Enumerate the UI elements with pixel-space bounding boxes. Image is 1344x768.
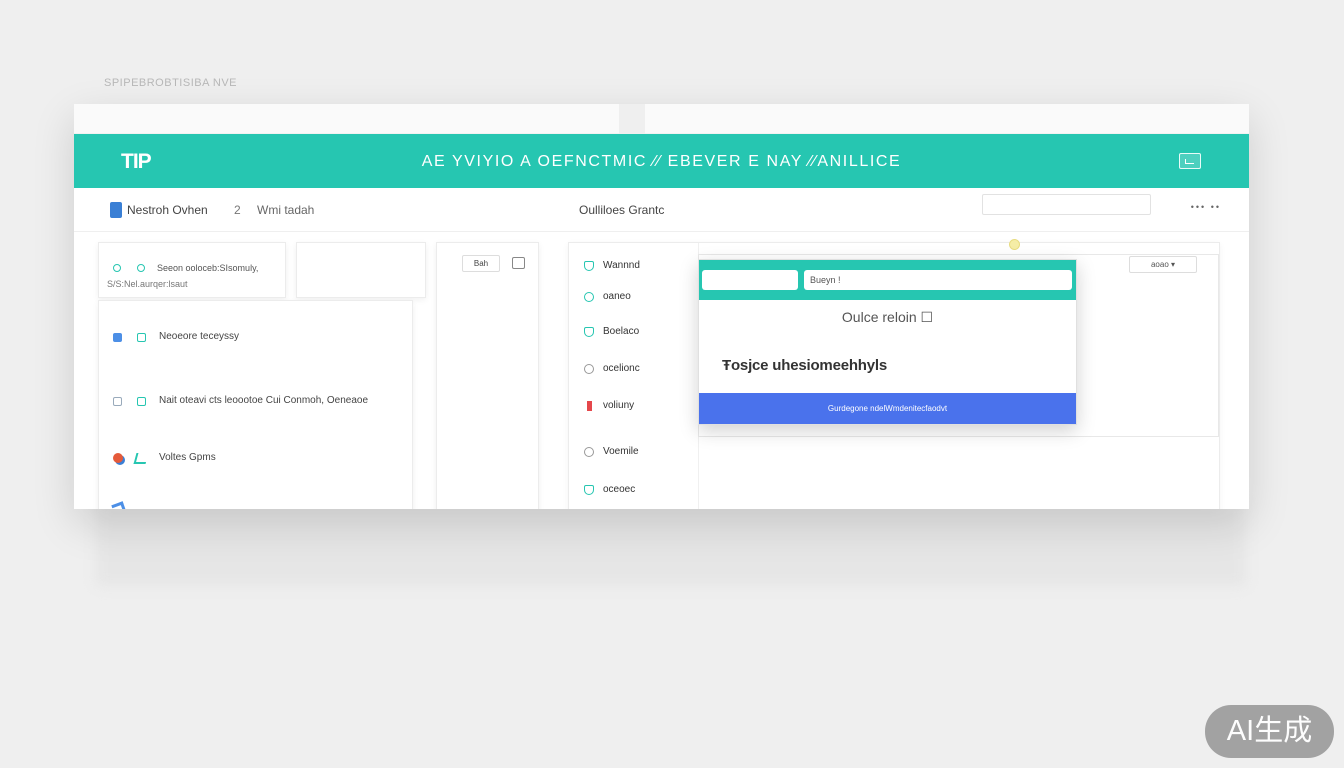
nav-item[interactable]: Wannnd <box>569 256 699 280</box>
circle-icon <box>584 292 594 302</box>
list-item[interactable]: Neoeore teceyssy <box>99 329 412 349</box>
page-caption: SPIPEBROBTISIBA NVE <box>104 77 237 89</box>
user-icon <box>584 261 594 271</box>
user-icon <box>113 333 122 342</box>
status-icon <box>137 264 145 272</box>
sort-dropdown[interactable]: aoao ▾ <box>1129 256 1197 273</box>
list-item-label: Nait oteavi cts leoootoe Cui Conmoh, Oen… <box>159 395 369 406</box>
mini-panel: Bah <box>436 242 539 509</box>
refresh-icon <box>113 397 122 406</box>
nav-item[interactable]: Boelaco <box>569 322 699 346</box>
image-icon[interactable] <box>1179 153 1201 169</box>
mini-panel-button[interactable]: Bah <box>462 255 500 272</box>
nav-item-label: voliuny <box>603 400 635 411</box>
app-window: TIP AE YVIYIO A OEFNCTMIC ∕∕ EBEVER E NA… <box>74 104 1249 509</box>
pin-icon <box>113 453 123 463</box>
search-input[interactable] <box>982 194 1151 215</box>
calendar-icon[interactable] <box>512 257 525 269</box>
dialog-subtitle: Oulce reloin ☐ <box>841 309 934 325</box>
list-item[interactable] <box>99 501 412 509</box>
shadow-slab <box>96 500 1246 586</box>
list-item-label: Neoeore teceyssy <box>159 331 240 342</box>
nav-item[interactable]: ocelionc <box>569 359 699 383</box>
search-icon <box>584 364 594 374</box>
user-icon <box>584 327 594 337</box>
header-banner: TIP AE YVIYIO A OEFNCTMIC ∕∕ EBEVER E NA… <box>74 134 1249 188</box>
notification-dot <box>1009 239 1020 250</box>
nav-item[interactable]: oceoec <box>569 480 699 504</box>
banner-title: AE YVIYIO A OEFNCTMIC ∕∕ EBEVER E NAY ∕∕… <box>421 153 902 170</box>
top-strip <box>74 104 1249 134</box>
user-icon <box>584 485 594 495</box>
count-label: 2 <box>234 203 241 217</box>
empty-card[interactable] <box>296 242 426 298</box>
info-card[interactable]: Seeon ooloceb:SIsomuly, S/S:Nel.aurqer:l… <box>98 242 286 298</box>
nav-item-label: Wannnd <box>603 260 640 271</box>
nav-item-label: Voemile <box>603 446 639 457</box>
info-card-line1: Seeon ooloceb:SIsomuly, <box>157 263 259 273</box>
more-menu-icon[interactable]: ••• •• <box>1191 202 1221 212</box>
panel-nav: Wannnd oaneo Boelaco ocelionc voliuny Vo… <box>569 243 699 509</box>
ai-watermark-badge: AI生成 <box>1205 705 1334 758</box>
section-title: Oulliloes Grantc <box>579 203 665 217</box>
nav-item-label: oaneo <box>603 291 631 302</box>
list-item-label: Voltes Gpms <box>159 452 216 463</box>
dialog-header: Bueyn ! <box>699 260 1076 300</box>
info-card-line2: S/S:Nel.aurqer:lsaut <box>107 279 188 289</box>
status-icon <box>113 264 121 272</box>
list-item[interactable]: Voltes Gpms <box>99 450 412 470</box>
dialog-message: Ŧosjce uhesiomeehhyls <box>722 357 888 374</box>
dialog-tab[interactable] <box>702 270 798 290</box>
flag-icon <box>587 401 592 411</box>
info-icon <box>137 397 146 406</box>
dialog-input[interactable]: Bueyn ! <box>804 270 1072 290</box>
dialog-confirm-button[interactable]: Gurdegone ndelWmdenitecfaodvt <box>699 393 1076 424</box>
arrow-icon <box>111 501 127 509</box>
nav-item-label: Boelaco <box>603 326 640 337</box>
document-icon <box>110 202 122 218</box>
search-icon <box>584 447 594 457</box>
modal-dialog: Bueyn ! Oulce reloin ☐ Ŧosjce uhesiomeeh… <box>698 259 1077 425</box>
nav-item[interactable]: Voemile <box>569 442 699 466</box>
workspace-label[interactable]: Nestroh Ovhen <box>127 203 208 217</box>
info-icon <box>137 333 146 342</box>
list-item[interactable]: Nait oteavi cts leoootoe Cui Conmoh, Oen… <box>99 393 412 413</box>
nav-item-label: ocelionc <box>603 363 640 374</box>
nav-item[interactable]: oaneo <box>569 287 699 311</box>
nav-item[interactable]: voliuny <box>569 396 699 420</box>
nav-item-label: oceoec <box>603 484 636 495</box>
list-card: Neoeore teceyssy Nait oteavi cts leoooto… <box>98 300 413 509</box>
secondary-label[interactable]: Wmi tadah <box>257 203 314 217</box>
chart-icon <box>133 453 149 464</box>
sub-toolbar: Nestroh Ovhen 2 Wmi tadah Oulliloes Gran… <box>74 188 1249 232</box>
